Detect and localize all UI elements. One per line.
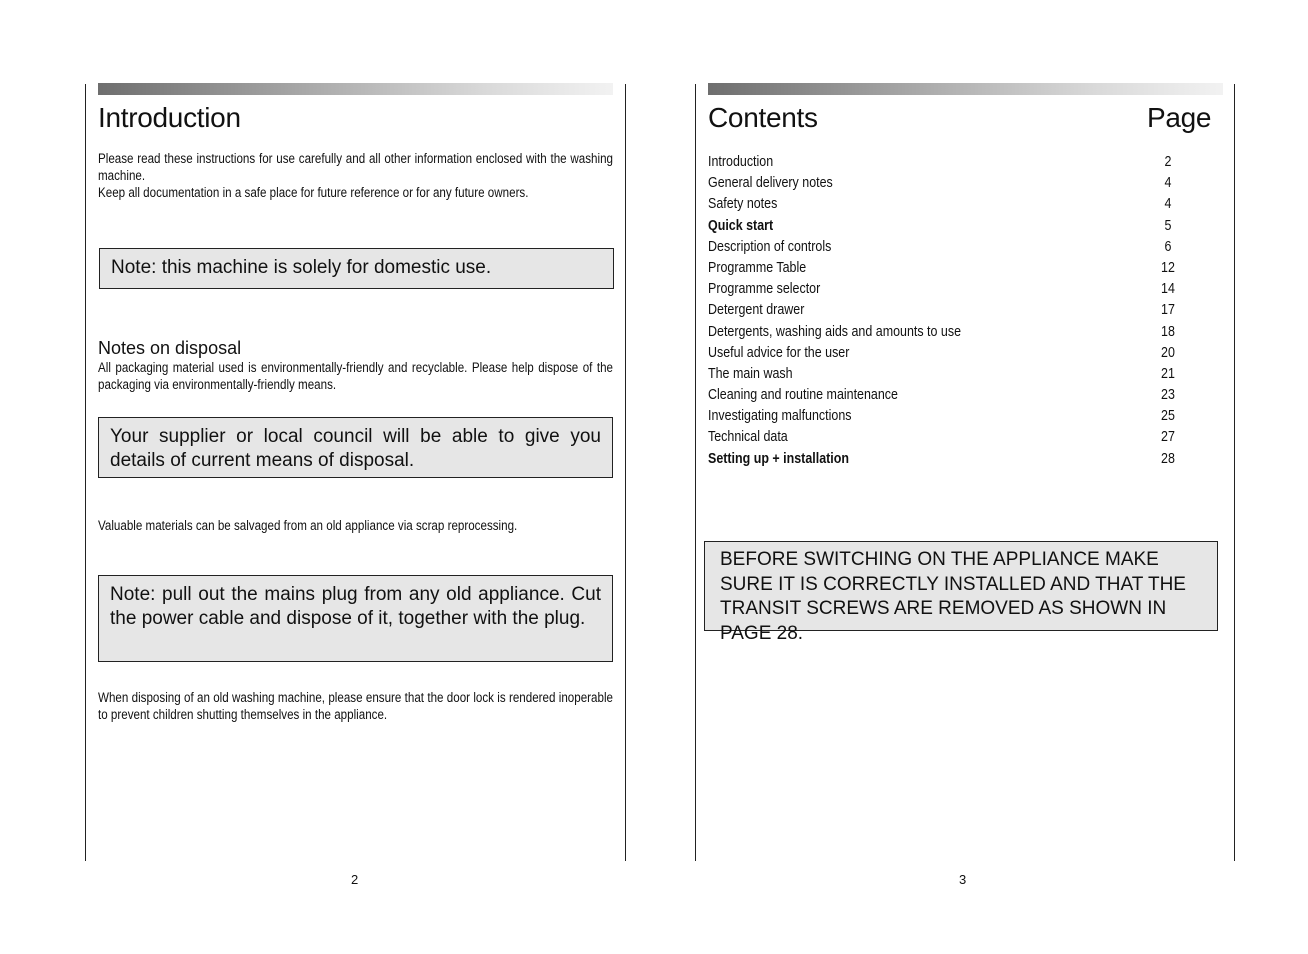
toc-entry-page: 25 [1161,408,1175,425]
left-page-left-rule [85,84,86,861]
intro-line-1: Please read these instructions for use c… [98,151,613,183]
right-page-right-rule [1234,84,1235,861]
page-column-header: Page [1147,102,1212,133]
toc-entry-title: Detergent drawer [708,302,805,319]
note-domestic-text: Note: this machine is solely for domesti… [111,257,492,278]
toc-entry[interactable]: General delivery notes 4 [708,173,1188,194]
right-page-left-rule [695,84,696,861]
left-page-number: 2 [351,872,359,887]
note-mains-plug-text: Note: pull out the mains plug from any o… [110,584,601,629]
left-header-gradient-bar [98,83,613,95]
toc-entry-page: 20 [1161,344,1175,361]
toc-entry-title: Description of controls [708,238,832,255]
toc-entry-title: Cleaning and routine maintenance [708,387,898,404]
installation-warning-text: BEFORE SWITCHING ON THE APPLIANCE MAKE S… [720,549,1186,644]
toc-entry[interactable]: Cleaning and routine maintenance 23 [708,385,1188,406]
right-page-number: 3 [959,872,967,887]
note-supplier: Your supplier or local council will be a… [98,417,613,478]
toc-entry-title: Safety notes [708,196,778,213]
toc-entry-page: 27 [1161,429,1175,446]
toc-entry[interactable]: The main wash 21 [708,364,1188,385]
toc-entry[interactable]: Quick start 5 [708,216,1188,237]
toc-entry[interactable]: Introduction 2 [708,152,1188,173]
intro-paragraph: Please read these instructions for use c… [98,150,613,201]
toc-entry-page: 28 [1161,450,1175,467]
toc-entry-page: 5 [1164,217,1172,234]
toc-entry[interactable]: Programme selector 14 [708,279,1188,300]
door-lock-paragraph: When disposing of an old washing machine… [98,690,613,722]
introduction-title: Introduction [98,102,241,133]
toc-entry[interactable]: Detergent drawer 17 [708,300,1188,321]
toc-entry[interactable]: Technical data 27 [708,427,1188,448]
toc-entry-page: 23 [1161,387,1175,404]
toc-entry-page: 6 [1164,238,1172,255]
toc-entry-title: Technical data [708,429,788,446]
table-of-contents: Introduction 2 General delivery notes 4 Safe… [708,152,1188,470]
toc-entry-title: Quick start [708,217,774,234]
salvage-paragraph: Valuable materials can be salvaged from … [98,518,518,533]
toc-entry-page: 12 [1161,259,1175,276]
toc-entry-page: 4 [1164,196,1172,213]
toc-entry-title: Setting up + installation [708,450,849,467]
toc-entry-page: 18 [1161,323,1175,340]
toc-entry-page: 14 [1161,281,1175,298]
note-mains-plug: Note: pull out the mains plug from any o… [98,575,613,662]
toc-entry[interactable]: Description of controls 6 [708,237,1188,258]
toc-entry[interactable]: Useful advice for the user 20 [708,343,1188,364]
note-supplier-text: Your supplier or local council will be a… [110,426,601,471]
contents-title: Contents [708,102,818,133]
toc-entry-title: Investigating malfunctions [708,408,852,425]
toc-entry[interactable]: Investigating malfunctions 25 [708,406,1188,427]
toc-entry-page: 2 [1164,154,1172,170]
left-page-right-rule [625,84,626,861]
toc-entry[interactable]: Safety notes 4 [708,194,1188,215]
toc-entry[interactable]: Setting up + installation 28 [708,449,1188,470]
intro-line-2: Keep all documentation in a safe place f… [98,185,529,200]
toc-entry-title: The main wash [708,365,793,382]
installation-warning: BEFORE SWITCHING ON THE APPLIANCE MAKE S… [704,541,1218,644]
toc-entry-page: 4 [1164,175,1172,192]
toc-entry-page: 21 [1161,365,1175,382]
toc-entry-title: Useful advice for the user [708,344,850,361]
right-header-gradient-bar [708,83,1223,95]
toc-entry-title: Programme selector [708,281,821,298]
toc-entry[interactable]: Detergents, washing aids and amounts to … [708,322,1188,343]
toc-entry-title: Detergents, washing aids and amounts to … [708,323,962,340]
toc-entry-page: 17 [1161,302,1175,319]
toc-entry-title: Programme Table [708,259,807,276]
toc-entry[interactable]: Programme Table 12 [708,258,1188,279]
toc-entry-title: General delivery notes [708,175,833,192]
toc-entry-title: Introduction [708,154,774,170]
disposal-heading: Notes on disposal [98,338,242,358]
disposal-paragraph: All packaging material used is environme… [98,360,613,392]
note-domestic-use: Note: this machine is solely for domesti… [99,248,614,289]
